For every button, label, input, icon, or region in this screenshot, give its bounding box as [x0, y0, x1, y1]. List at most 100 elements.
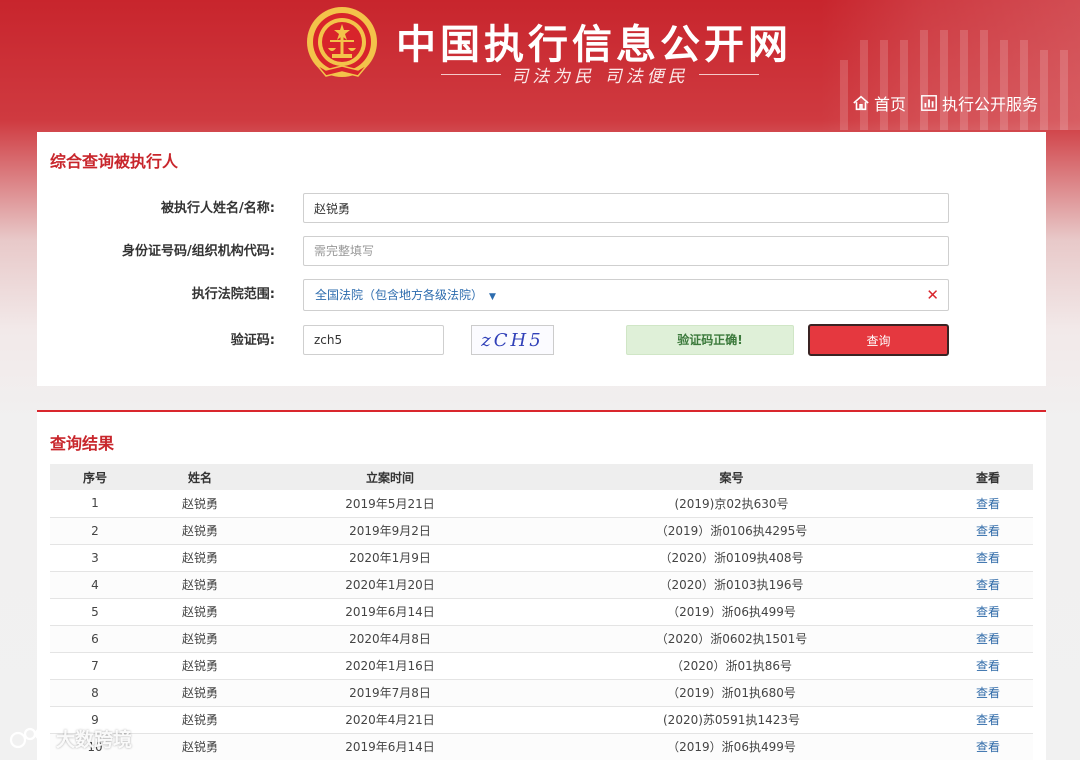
row-date: 2019年7月8日 — [260, 679, 520, 707]
row-date: 2020年1月16日 — [260, 652, 520, 680]
site-header: 中国执行信息公开网 司法为民 司法便民 首页 执行公开服务 — [0, 0, 1080, 130]
clear-icon[interactable]: ✕ — [926, 280, 939, 310]
row-name: 赵锐勇 — [140, 733, 260, 760]
table-row: 9 赵锐勇 2020年4月21日 (2020)苏0591执1423号 查看 — [50, 706, 1033, 734]
results-table: 序号 姓名 立案时间 案号 查看 1 赵锐勇 2019年5月21日 (2019)京02… — [50, 464, 1033, 760]
table-row: 8 赵锐勇 2019年7月8日 （2019）浙01执680号 查看 — [50, 679, 1033, 707]
table-row: 2 赵锐勇 2019年9月2日 （2019）浙0106执4295号 查看 — [50, 517, 1033, 545]
captcha-row: 验证码: zCH5 验证码正确! 查询 — [37, 324, 1046, 357]
table-row: 1 赵锐勇 2019年5月21日 (2019)京02执630号 查看 — [50, 490, 1033, 518]
row-case: （2020）浙0103执196号 — [520, 571, 943, 599]
top-nav: 首页 执行公开服务 — [852, 91, 1038, 115]
caret-down-icon: ▼ — [489, 292, 496, 302]
slogan-text: 司法为民 司法便民 — [511, 66, 689, 87]
search-panel: 综合查询被执行人 被执行人姓名/名称: 身份证号码/组织机构代码: 执行法院范围… — [37, 132, 1046, 386]
query-button[interactable]: 查询 — [808, 324, 949, 356]
row-no: 4 — [50, 571, 140, 599]
row-name: 赵锐勇 — [140, 571, 260, 599]
court-select[interactable]: 全国法院（包含地方各级法院） ▼ ✕ — [303, 279, 949, 311]
row-name: 赵锐勇 — [140, 490, 260, 518]
view-link[interactable]: 查看 — [976, 632, 1000, 646]
nav-execution-service[interactable]: 执行公开服务 — [920, 91, 1038, 115]
row-name: 赵锐勇 — [140, 625, 260, 653]
row-case: （2020）浙01执86号 — [520, 652, 943, 680]
id-row: 身份证号码/组织机构代码: — [37, 236, 1046, 268]
table-row: 3 赵锐勇 2020年1月9日 （2020）浙0109执408号 查看 — [50, 544, 1033, 572]
row-date: 2020年4月8日 — [260, 625, 520, 653]
slogan-right-line — [698, 73, 759, 75]
view-link[interactable]: 查看 — [976, 686, 1000, 700]
captcha-image[interactable]: zCH5 — [471, 325, 554, 355]
row-case: （2019）浙01执680号 — [520, 679, 943, 707]
row-no: 6 — [50, 625, 140, 653]
row-name: 赵锐勇 — [140, 517, 260, 545]
results-panel: 查询结果 序号 姓名 立案时间 案号 查看 1 赵锐勇 2019年5月21日 (201… — [37, 410, 1046, 760]
row-name: 赵锐勇 — [140, 679, 260, 707]
table-row: 6 赵锐勇 2020年4月8日 （2020）浙0602执1501号 查看 — [50, 625, 1033, 653]
row-date: 2019年6月14日 — [260, 598, 520, 626]
bar-chart-icon — [921, 95, 937, 111]
court-emblem-icon — [307, 7, 377, 77]
table-row: 5 赵锐勇 2019年6月14日 （2019）浙06执499号 查看 — [50, 598, 1033, 626]
slogan-left-line — [441, 73, 502, 75]
nav-execution-service-label: 执行公开服务 — [941, 95, 1038, 114]
name-input[interactable] — [303, 193, 949, 223]
row-case: （2019）浙06执499号 — [520, 598, 943, 626]
captcha-label: 验证码: — [230, 333, 275, 348]
nav-home[interactable]: 首页 — [852, 91, 906, 115]
court-label: 执行法院范围: — [191, 287, 275, 302]
captcha-input[interactable] — [303, 325, 444, 355]
row-case: (2020)苏0591执1423号 — [520, 706, 943, 734]
row-no: 3 — [50, 544, 140, 572]
row-date: 2020年1月9日 — [260, 544, 520, 572]
id-number-input[interactable] — [303, 236, 949, 266]
view-link[interactable]: 查看 — [976, 605, 1000, 619]
row-no: 2 — [50, 517, 140, 545]
table-row: 4 赵锐勇 2020年1月20日 （2020）浙0103执196号 查看 — [50, 571, 1033, 599]
search-panel-title: 综合查询被执行人 — [50, 152, 179, 171]
view-link[interactable]: 查看 — [976, 497, 1000, 511]
view-link[interactable]: 查看 — [976, 578, 1000, 592]
row-case: （2019）浙0106执4295号 — [520, 517, 943, 545]
view-link[interactable]: 查看 — [976, 659, 1000, 673]
home-icon — [853, 95, 869, 111]
view-link[interactable]: 查看 — [976, 713, 1000, 727]
name-row: 被执行人姓名/名称: — [37, 193, 1046, 225]
col-header-date: 立案时间 — [260, 464, 520, 490]
court-select-value: 全国法院（包含地方各级法院） — [315, 288, 484, 302]
table-row: 10 赵锐勇 2019年6月14日 （2019）浙06执499号 查看 — [50, 733, 1033, 760]
watermark-text: 大数跨境 — [56, 728, 133, 751]
row-date: 2019年6月14日 — [260, 733, 520, 760]
row-name: 赵锐勇 — [140, 544, 260, 572]
row-name: 赵锐勇 — [140, 652, 260, 680]
row-no: 5 — [50, 598, 140, 626]
view-link[interactable]: 查看 — [976, 551, 1000, 565]
view-link[interactable]: 查看 — [976, 524, 1000, 538]
row-no: 8 — [50, 679, 140, 707]
watermark: 大数跨境 — [8, 724, 132, 752]
col-header-case: 案号 — [520, 464, 943, 490]
court-row: 执行法院范围: 全国法院（包含地方各级法院） ▼ ✕ — [37, 279, 1046, 311]
view-link[interactable]: 查看 — [976, 740, 1000, 754]
row-case: （2020）浙0602执1501号 — [520, 625, 943, 653]
col-header-no: 序号 — [50, 464, 140, 490]
row-case: （2020）浙0109执408号 — [520, 544, 943, 572]
row-date: 2020年4月21日 — [260, 706, 520, 734]
table-row: 7 赵锐勇 2020年1月16日 （2020）浙01执86号 查看 — [50, 652, 1033, 680]
site-slogan: 司法为民 司法便民 — [420, 62, 780, 87]
watermark-logo-icon — [9, 727, 48, 749]
row-date: 2020年1月20日 — [260, 571, 520, 599]
table-header-row: 序号 姓名 立案时间 案号 查看 — [50, 464, 1033, 490]
row-no: 1 — [50, 490, 140, 518]
id-label: 身份证号码/组织机构代码: — [122, 244, 275, 259]
col-header-name: 姓名 — [140, 464, 260, 490]
row-date: 2019年5月21日 — [260, 490, 520, 518]
captcha-status: 验证码正确! — [626, 325, 794, 355]
col-header-view: 查看 — [943, 464, 1033, 490]
row-name: 赵锐勇 — [140, 706, 260, 734]
row-case: （2019）浙06执499号 — [520, 733, 943, 760]
row-date: 2019年9月2日 — [260, 517, 520, 545]
name-label: 被执行人姓名/名称: — [161, 201, 275, 216]
results-panel-title: 查询结果 — [50, 434, 115, 453]
row-case: (2019)京02执630号 — [520, 490, 943, 518]
